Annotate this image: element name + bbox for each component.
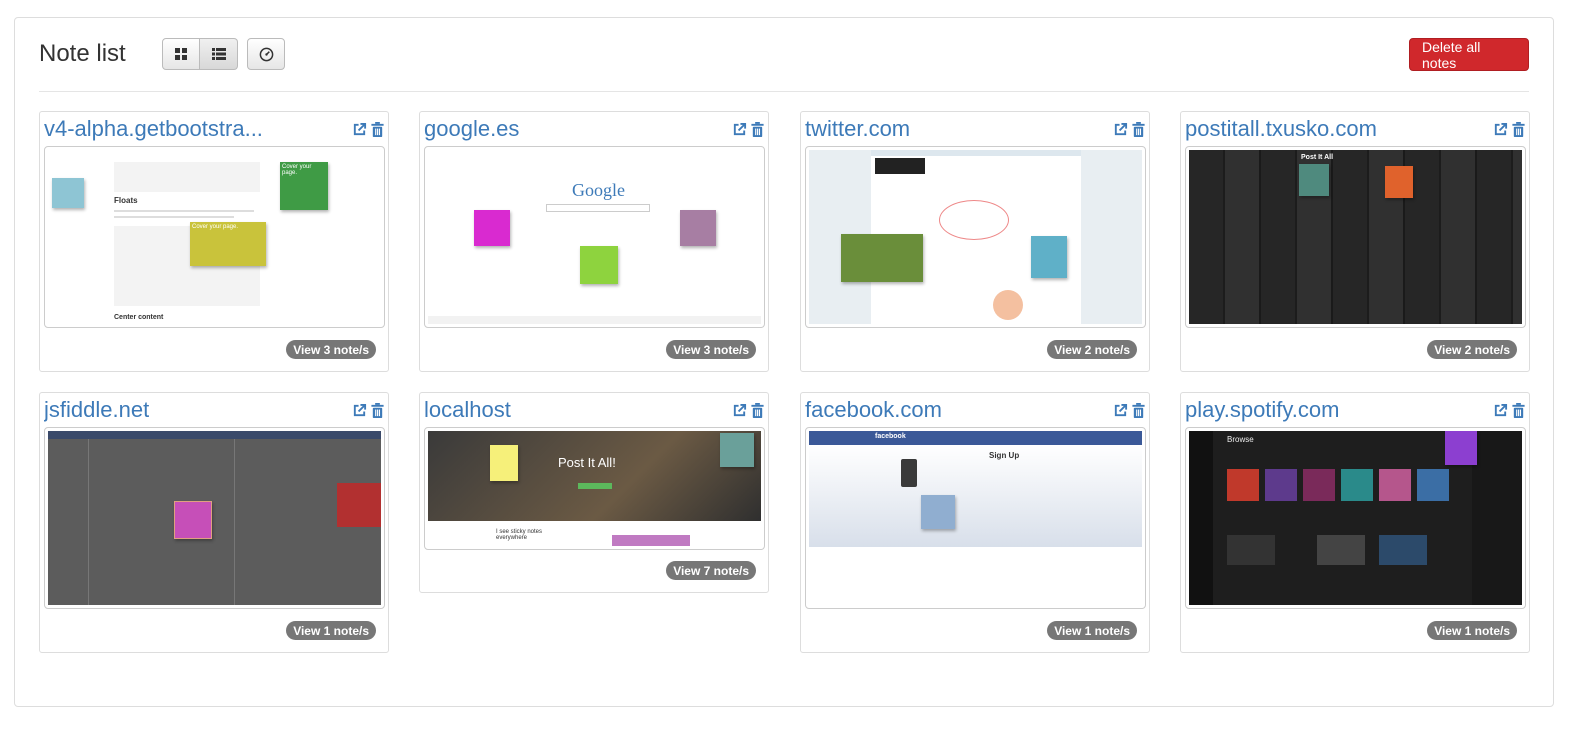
dashboard-button[interactable] [247,38,285,70]
trash-icon[interactable] [1132,403,1145,418]
card-title-link[interactable]: play.spotify.com [1185,397,1339,423]
thumb-text: Google [572,180,625,200]
card-title-link[interactable]: facebook.com [805,397,942,423]
page-thumbnail[interactable]: Google [424,146,765,328]
external-link-icon[interactable] [1113,122,1128,137]
card-title-link[interactable]: postitall.txusko.com [1185,116,1377,142]
thumb-text: Sign Up [989,451,1020,460]
note-card: localhost Post It All! I see sticky note… [419,392,769,593]
note-list-panel: Note list Delete all notes v4-alpha.getb… [14,17,1554,707]
trash-icon[interactable] [1512,122,1525,137]
list-view-button[interactable] [200,38,238,70]
card-title-link[interactable]: google.es [424,116,519,142]
thumb-text: Floats [114,196,138,205]
page-thumbnail[interactable]: Post It All! I see sticky notes everywhe… [424,427,765,550]
view-toggle-group [162,38,238,70]
note-card: postitall.txusko.com Post It All View 2 … [1180,111,1530,372]
thumb-text: facebook [875,433,906,440]
view-notes-badge[interactable]: View 1 note/s [286,621,376,640]
thumb-text: Center content [114,314,164,321]
thumb-text: Browse [1227,435,1254,444]
view-notes-badge[interactable]: View 2 note/s [1427,340,1517,359]
trash-icon[interactable] [1512,403,1525,418]
view-notes-badge[interactable]: View 1 note/s [1047,621,1137,640]
trash-icon[interactable] [371,122,384,137]
page-thumbnail[interactable] [805,146,1146,328]
note-card: play.spotify.com Browse View 1 note/s [1180,392,1530,653]
grid-view-button[interactable] [162,38,200,70]
trash-icon[interactable] [1132,122,1145,137]
card-title-link[interactable]: jsfiddle.net [44,397,149,423]
page-thumbnail[interactable] [44,427,385,609]
page-thumbnail[interactable]: Floats Center content Cover your page. C… [44,146,385,328]
page-thumbnail[interactable]: facebook Sign Up [805,427,1146,609]
thumb-text: Post It All! [558,455,616,470]
page-thumbnail[interactable]: Browse [1185,427,1526,609]
external-link-icon[interactable] [1493,122,1508,137]
note-card: twitter.com View 2 note/s [800,111,1150,372]
note-card: facebook.com facebook Sign Up View 1 not… [800,392,1150,653]
thumb-text: I see sticky notes everywhere [496,529,543,541]
external-link-icon[interactable] [352,122,367,137]
trash-icon[interactable] [751,403,764,418]
header-divider [39,91,1529,92]
page-thumbnail[interactable]: Post It All [1185,146,1526,328]
thumb-text: Cover your page. [190,222,266,266]
view-notes-badge[interactable]: View 7 note/s [666,561,756,580]
view-notes-badge[interactable]: View 3 note/s [286,340,376,359]
list-icon [211,48,226,60]
view-notes-badge[interactable]: View 1 note/s [1427,621,1517,640]
page-title: Note list [39,40,126,67]
trash-icon[interactable] [371,403,384,418]
thumb-text: Post It All [1301,154,1334,161]
note-card: jsfiddle.net View 1 note/s [39,392,389,653]
external-link-icon[interactable] [732,403,747,418]
thumb-text: Cover your page. [280,162,328,210]
card-title-link[interactable]: v4-alpha.getbootstra... [44,116,263,142]
card-title-link[interactable]: localhost [424,397,511,423]
external-link-icon[interactable] [1113,403,1128,418]
external-link-icon[interactable] [732,122,747,137]
delete-all-notes-button[interactable]: Delete all notes [1409,38,1529,71]
dashboard-icon [259,47,273,61]
view-notes-badge[interactable]: View 3 note/s [666,340,756,359]
card-title-link[interactable]: twitter.com [805,116,910,142]
view-notes-badge[interactable]: View 2 note/s [1047,340,1137,359]
trash-icon[interactable] [751,122,764,137]
note-card: v4-alpha.getbootstra... Floats Center co… [39,111,389,372]
external-link-icon[interactable] [352,403,367,418]
note-card: google.es Google View 3 note/s [419,111,769,372]
grid-icon [175,48,187,60]
external-link-icon[interactable] [1493,403,1508,418]
